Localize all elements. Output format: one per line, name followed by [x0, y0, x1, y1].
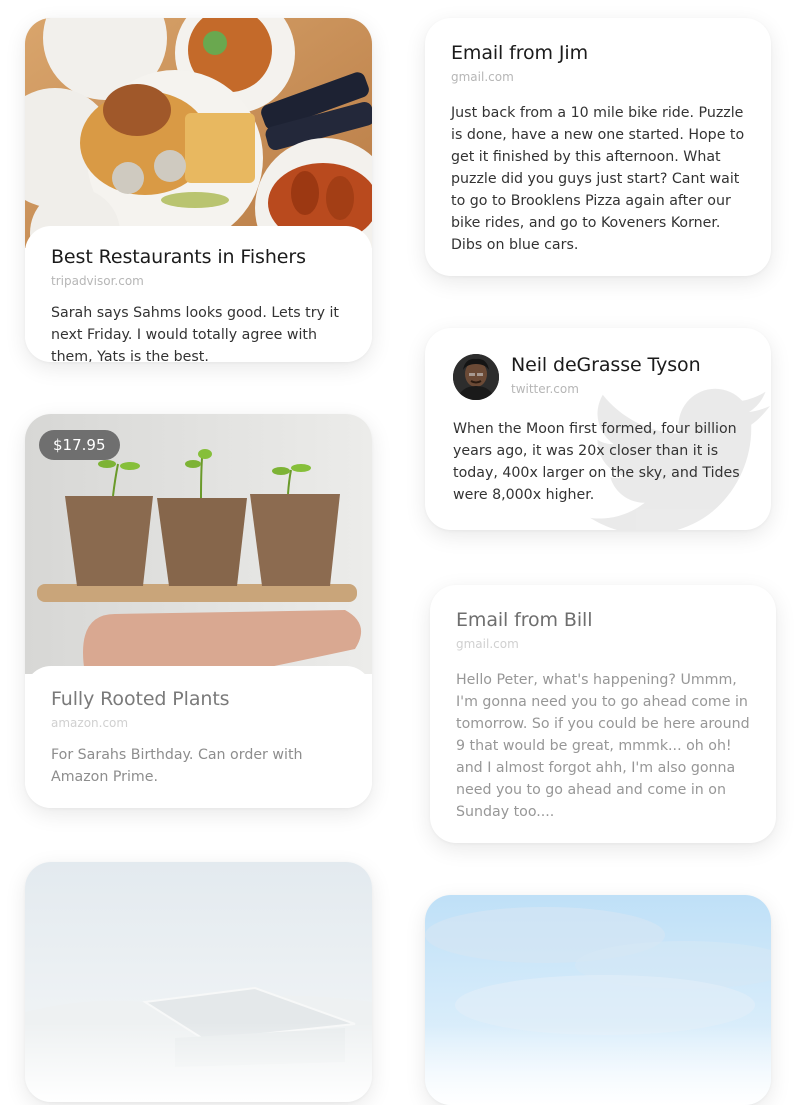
tweet-card[interactable]: Neil deGrasse Tyson twitter.com When the…	[425, 328, 771, 530]
card-source[interactable]: amazon.com	[51, 716, 346, 730]
card-note: For Sarahs Birthday. Can order with Amaz…	[51, 747, 303, 785]
tweet-body: When the Moon first formed, four billion…	[453, 421, 740, 503]
card-title: Fully Rooted Plants	[51, 688, 230, 710]
fade-overlay	[425, 1025, 771, 1105]
image-card-sky[interactable]	[425, 895, 771, 1105]
fade-overlay	[25, 1022, 372, 1102]
restaurant-card-body: Best Restaurants in Fishers tripadvisor.…	[25, 226, 372, 362]
card-source[interactable]: gmail.com	[456, 637, 750, 651]
image-card-house[interactable]	[25, 862, 372, 1102]
card-source[interactable]: gmail.com	[451, 70, 745, 84]
email-body: Just back from a 10 mile bike ride. Puzz…	[451, 105, 745, 253]
avatar[interactable]	[453, 354, 499, 400]
card-title: Email from Bill	[456, 609, 593, 631]
card-source[interactable]: twitter.com	[511, 382, 579, 396]
email-card-bill[interactable]: Email from Bill gmail.com Hello Peter, w…	[430, 585, 776, 843]
email-body: Hello Peter, what's happening? Ummm, I'm…	[456, 672, 750, 820]
email-card-jim[interactable]: Email from Jim gmail.com Just back from …	[425, 18, 771, 276]
price-badge: $17.95	[39, 430, 120, 460]
card-source[interactable]: tripadvisor.com	[51, 274, 346, 288]
food-photo	[25, 18, 372, 248]
product-card-plants[interactable]: $17.95 Fully Rooted Plants amazon.com Fo…	[25, 414, 372, 808]
restaurant-card[interactable]: Best Restaurants in Fishers tripadvisor.…	[25, 18, 372, 362]
card-note: Sarah says Sahms looks good. Lets try it…	[51, 305, 339, 362]
plants-card-body: Fully Rooted Plants amazon.com For Sarah…	[25, 666, 372, 808]
tweet-author[interactable]: Neil deGrasse Tyson	[511, 354, 701, 376]
card-title: Email from Jim	[451, 42, 588, 64]
card-title: Best Restaurants in Fishers	[51, 246, 306, 268]
